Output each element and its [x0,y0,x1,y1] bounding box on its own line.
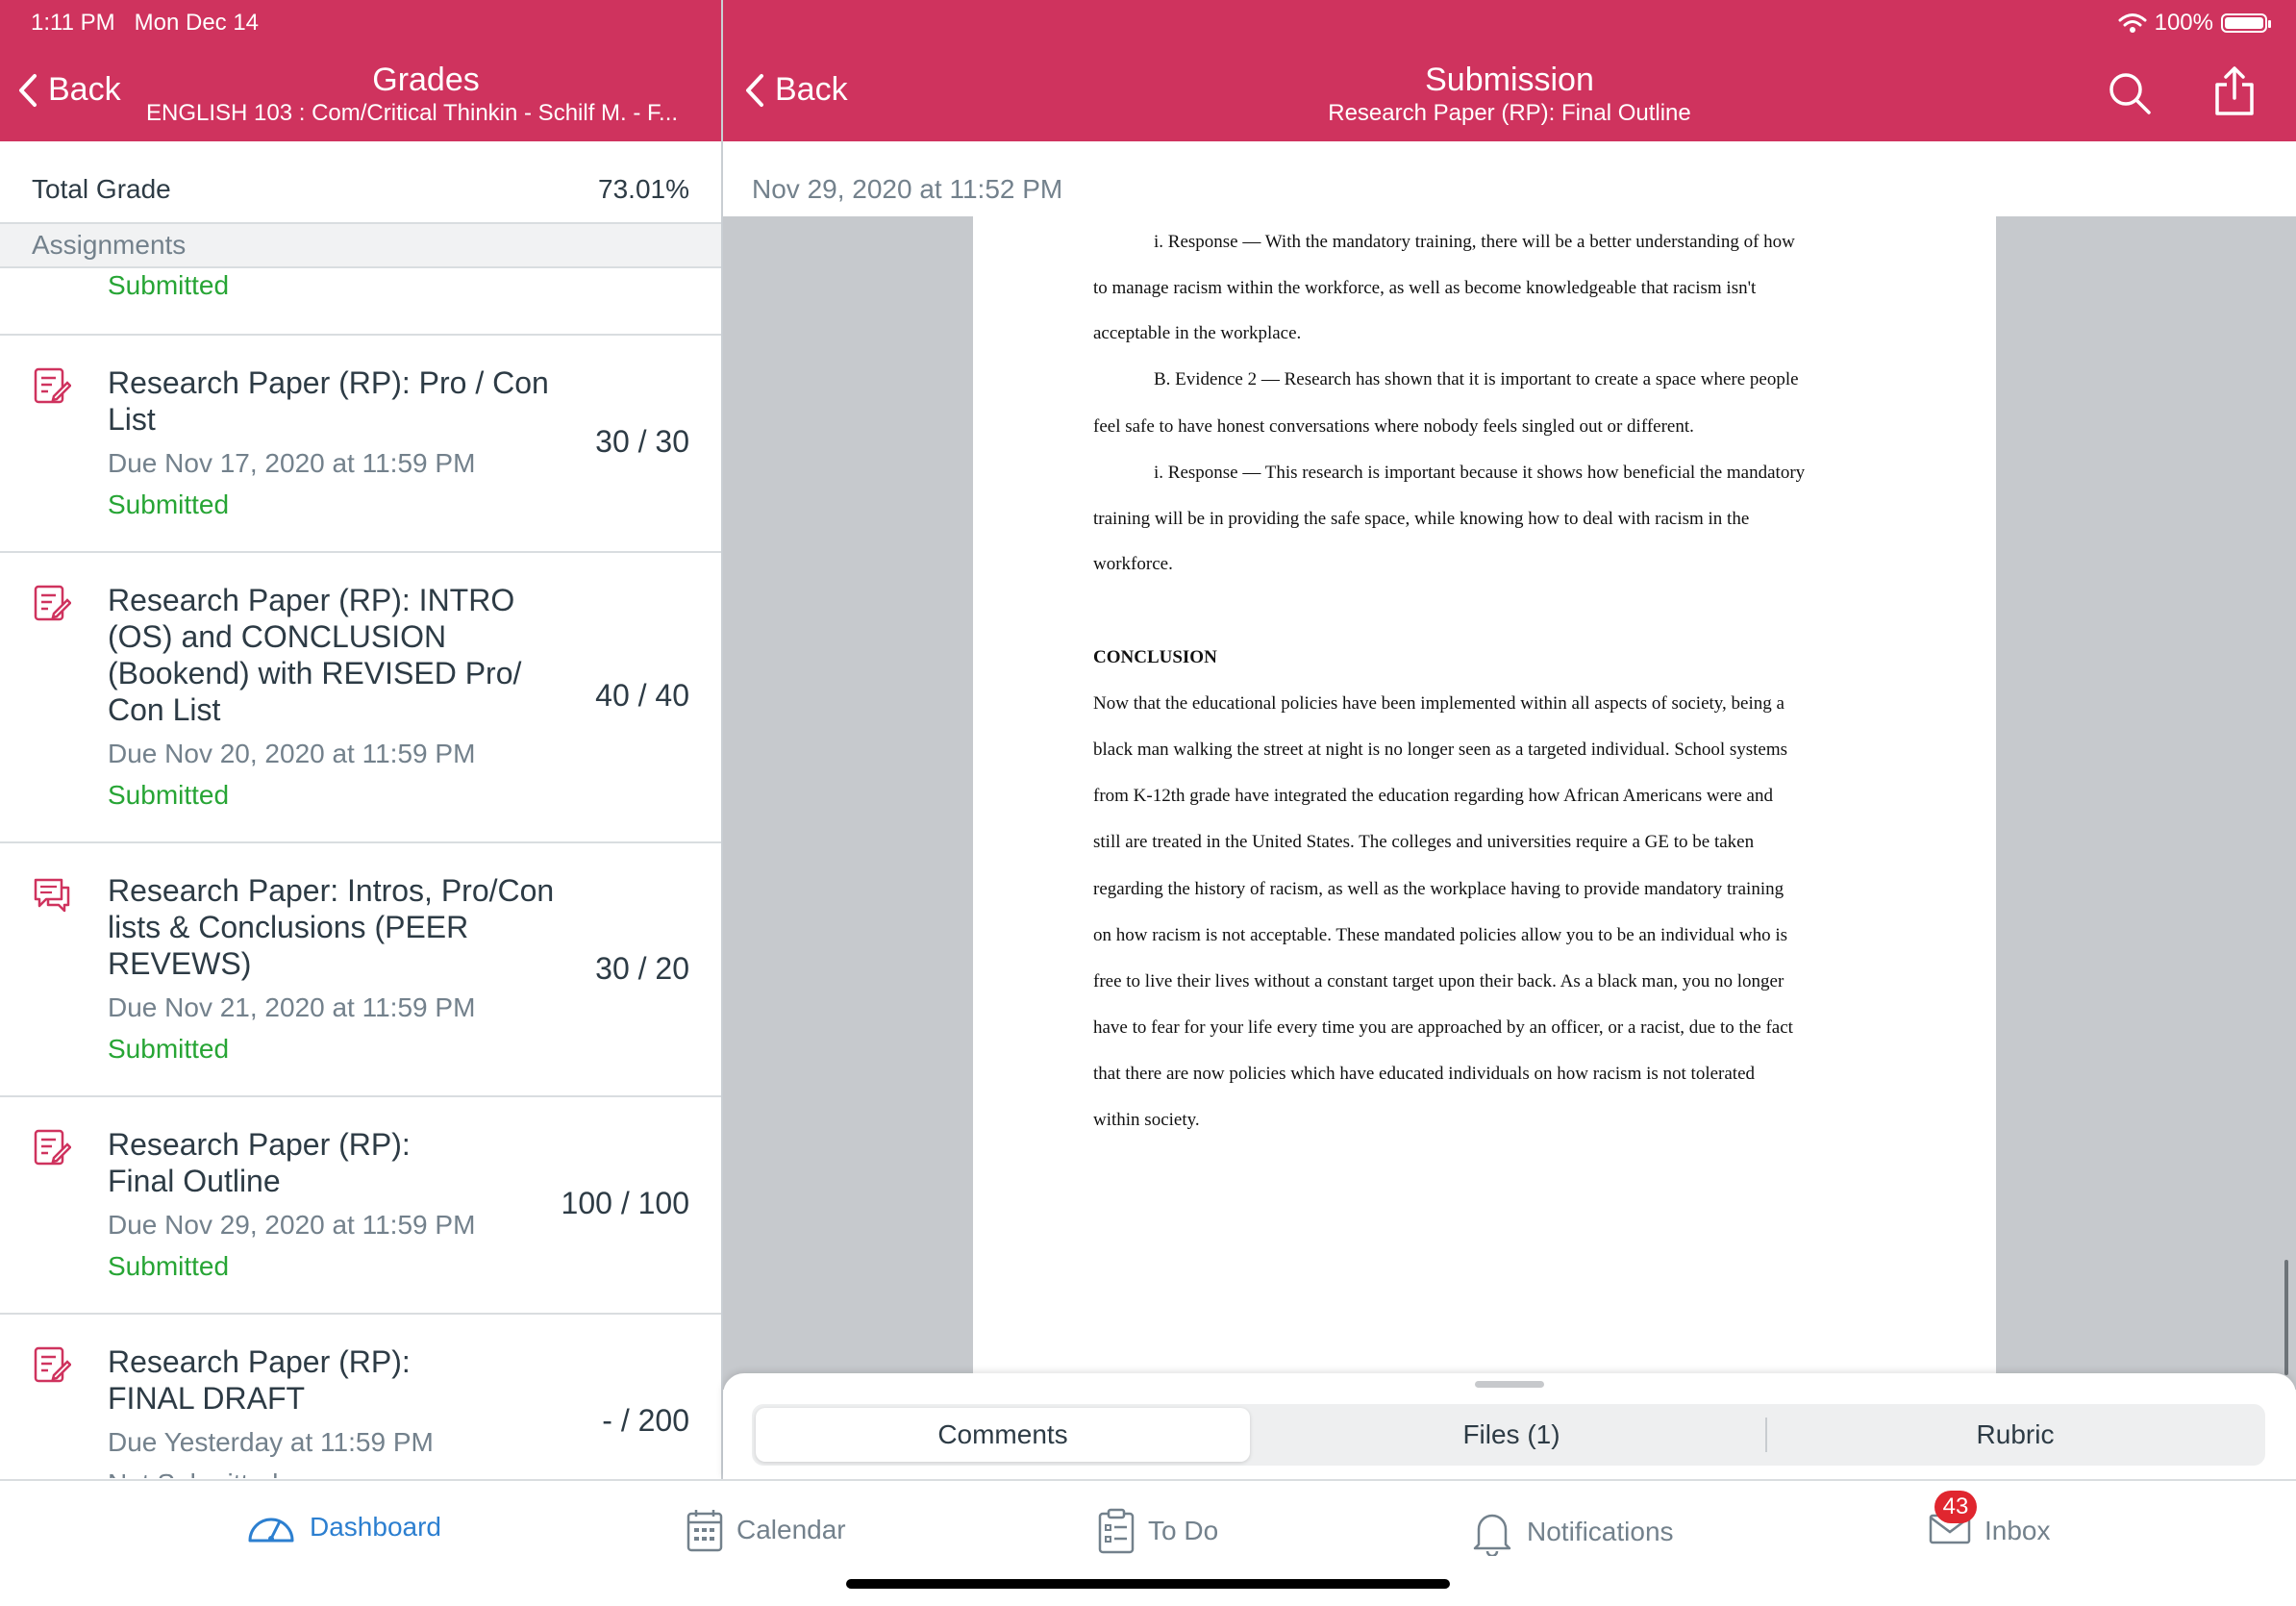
tab-rubric[interactable]: Rubric [1769,1404,2261,1466]
doc-line: that there are now policies which have e… [1093,1064,1756,1084]
assignment-title: Research Paper (RP): INTRO (OS) and CONC… [108,583,522,727]
assignment-title: Research Paper (RP): Final Outline [108,1127,411,1198]
total-grade-label: Total Grade [32,174,171,204]
status-time: 1:11 PM Mon Dec 14 [31,10,260,36]
search-button[interactable] [2108,71,2152,115]
assignment-status: Not Submitted [108,1468,278,1478]
tab-notifications[interactable]: Notifications [1471,1508,1674,1556]
doc-line: Now that the educational policies have b… [1093,693,1784,714]
share-icon [2215,66,2254,115]
sheet-grabber[interactable] [1475,1381,1544,1388]
discussion-icon [34,878,70,913]
tab-label: To Do [1148,1516,1219,1545]
course-subtitle: ENGLISH 103 : Com/Critical Thinkin - Sch… [146,100,679,126]
submission-date: Nov 29, 2020 at 11:52 PM [752,174,1063,204]
assignment-icon [34,1129,71,1166]
assignment-due: Due Nov 21, 2020 at 11:59 PM [108,992,476,1022]
doc-line: i. Response — This research is important… [1154,463,1806,483]
assignment-due: Due Nov 29, 2020 at 11:59 PM [108,1210,476,1240]
tab-calendar[interactable]: Calendar [686,1508,846,1552]
assignment-score: 30 / 30 [595,424,689,459]
tab-todo[interactable]: To Do [1098,1508,1218,1554]
dashboard-icon [248,1518,294,1543]
submission-tabs: Comments Files (1) Rubric [752,1404,2265,1466]
doc-line: training will be in providing the safe s… [1093,509,1750,529]
page-title: Submission [1425,62,1594,98]
tab-label: Dashboard [310,1512,441,1542]
assignment-due: Due Nov 20, 2020 at 11:59 PM [108,739,476,768]
scroll-indicator[interactable] [2284,1260,2288,1375]
assignment-row[interactable]: Research Paper (RP): Pro / Con List Due … [0,336,721,553]
tab-files[interactable]: Files (1) [1261,1404,1761,1466]
assignment-icon [34,1346,71,1383]
wifi-icon [2118,13,2147,33]
todo-icon [1098,1508,1135,1554]
assignment-status: Submitted [108,1251,230,1281]
bell-icon [1473,1514,1511,1556]
battery-icon [2221,13,2271,33]
total-grade-value: 73.01% [598,174,689,204]
status-right: 100% [2118,10,2271,37]
grades-header: 1:11 PM Mon Dec 14 Back Grades ENGLISH 1… [0,0,721,141]
total-grade-row: Total Grade 73.01% [0,141,721,224]
assignment-status: Submitted [108,489,230,519]
doc-line: within society. [1093,1110,1200,1130]
doc-line: have to fear for your life every time yo… [1093,1017,1793,1038]
assignments-section-header: Assignments [0,224,721,268]
doc-line: feel safe to have honest conversations w… [1093,416,1694,437]
doc-line: i. Response — With the mandatory trainin… [1154,232,1795,252]
assignment-row[interactable]: Research Paper: Intros, Pro/Con lists & … [0,843,721,1097]
tab-comments[interactable]: Comments [756,1408,1250,1462]
assignment-title: Research Paper (RP): FINAL DRAFT [108,1344,411,1416]
assignment-status: Submitted [108,1034,230,1064]
assignment-row[interactable]: Research Paper (RP): INTRO (OS) and CONC… [0,553,721,843]
tab-inbox[interactable]: 43 Inbox [1929,1491,2051,1553]
doc-line: to manage racism within the workforce, a… [1093,278,1757,298]
home-indicator [846,1579,1450,1589]
document-page: i. Response — With the mandatory trainin… [973,216,1996,1390]
submission-header: 100% Back Submission Research Paper (RP)… [723,0,2296,141]
doc-line: B. Evidence 2 — Research has shown that … [1154,369,1799,389]
search-icon [2109,73,2151,114]
assignment-due: Due Yesterday at 11:59 PM [108,1427,434,1457]
assignment-due: Due Nov 17, 2020 at 11:59 PM [108,448,476,478]
assignment-status: Submitted [108,780,230,810]
doc-heading: CONCLUSION [1093,647,1217,667]
tab-label: Inbox [1984,1515,2051,1545]
assignment-score: 30 / 20 [595,951,689,986]
doc-line: regarding the history of racism, as well… [1093,879,1784,899]
tab-label: Calendar [736,1515,846,1544]
assignment-score: - / 200 [602,1403,689,1438]
calendar-icon [686,1510,723,1552]
assignment-title: Research Paper: Intros, Pro/Con lists & … [108,873,555,981]
submission-date-bar: Nov 29, 2020 at 11:52 PM [723,141,2296,216]
doc-line: still are treated in the United States. … [1093,832,1755,852]
share-button[interactable] [2213,65,2256,117]
doc-line: free to live their lives without a const… [1093,971,1784,991]
assignment-icon [34,367,71,404]
tab-separator [1765,1418,1767,1452]
doc-line: on how racism is not acceptable. These m… [1093,925,1787,945]
assignment-score: 100 / 100 [561,1186,689,1220]
assignment-row[interactable]: Research Paper (RP): Final Outline Due N… [0,1097,721,1315]
inbox-badge: 43 [1934,1491,1977,1523]
assignment-row[interactable]: Research Paper (RP): FINAL DRAFT Due Yes… [0,1315,721,1478]
bottom-sheet: Comments Files (1) Rubric [723,1373,2296,1479]
submission-subtitle: Research Paper (RP): Final Outline [1328,100,1691,126]
doc-line: black man walking the street at night is… [1093,740,1788,760]
tab-dashboard[interactable]: Dashboard [246,1508,441,1546]
assignment-score: 40 / 40 [595,678,689,713]
assignment-icon [34,585,71,621]
doc-line: from K-12th grade have integrated the ed… [1093,786,1773,806]
assignment-row-partial[interactable]: Submitted [0,268,721,336]
tab-label: Notifications [1527,1517,1674,1546]
battery-percent: 100% [2154,10,2213,36]
assignment-title: Research Paper (RP): Pro / Con List [108,365,549,437]
assignment-status: Submitted [108,270,230,300]
doc-line: workforce. [1093,554,1173,574]
doc-line: acceptable in the workplace. [1093,323,1302,343]
section-label: Assignments [32,230,187,260]
